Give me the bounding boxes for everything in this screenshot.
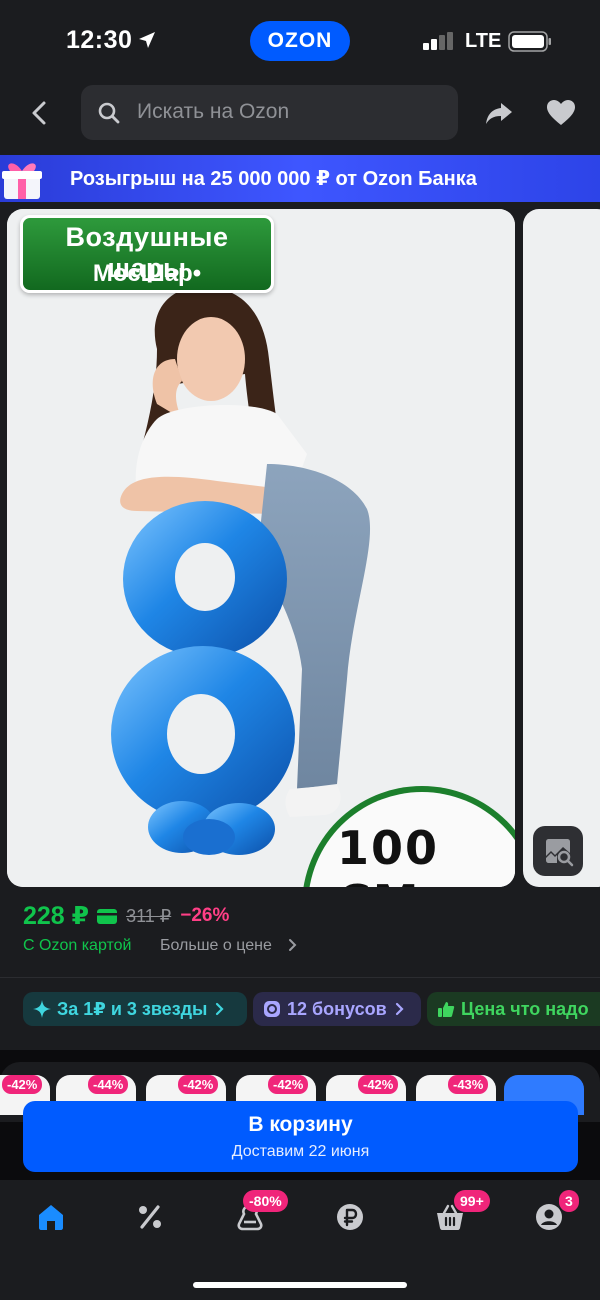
chip-stars[interactable]: За 1₽ и 3 звезды [23, 992, 247, 1026]
chevron-right-icon [395, 1002, 404, 1016]
chip-stars-label: За 1₽ и 3 звезды [57, 998, 208, 1019]
price-discount: −26% [180, 905, 230, 926]
search-placeholder: Искать на Ozon [137, 100, 290, 123]
product-image [7, 209, 515, 887]
chip-good-price[interactable]: Цена что надо [427, 992, 600, 1026]
visual-search-button[interactable] [533, 826, 583, 876]
percent-icon[interactable] [135, 1202, 165, 1232]
share-icon[interactable] [484, 98, 514, 128]
gift-icon [2, 163, 42, 199]
ozon-card-label: С Ozon картой [23, 937, 132, 954]
home-indicator [193, 1282, 407, 1288]
thumbs-up-icon [438, 1002, 455, 1017]
add-to-cart-button[interactable]: В корзину Доставим 22 июня [23, 1101, 578, 1172]
brand-name: МосШар• [92, 260, 202, 287]
promo-text: Розыгрыш на 25 000 000 ₽ от Ozon Банка [70, 168, 477, 190]
product-photo[interactable]: Воздушные шары МосШар• 100 СМ [7, 209, 515, 887]
chip-good-price-label: Цена что надо [461, 998, 589, 1019]
similar-discount: -42% [358, 1075, 399, 1094]
next-photo-preview[interactable] [523, 209, 600, 887]
sparkle-icon [33, 1000, 51, 1018]
bonus-icon [264, 1001, 280, 1017]
status-bar: 12:30 OZON LTE [0, 0, 600, 82]
signal-icon [423, 32, 453, 50]
battery-icon [508, 31, 551, 52]
cart-badge: 99+ [454, 1190, 490, 1212]
chip-bonus[interactable]: 12 бонусов [253, 992, 421, 1026]
chip-bonus-label: 12 бонусов [287, 998, 387, 1019]
price-current: 228 ₽ [23, 902, 90, 930]
heart-icon[interactable] [546, 98, 576, 128]
chevron-right-icon [289, 939, 297, 951]
similar-discount: -44% [88, 1075, 129, 1094]
ozon-logo[interactable]: OZON [250, 21, 350, 61]
cart-button-subtitle: Доставим 22 июня [231, 1143, 370, 1160]
network-label: LTE [465, 30, 502, 52]
fresh-badge: -80% [243, 1190, 288, 1212]
similar-discount: -43% [448, 1075, 489, 1094]
product-screen: 12:30 OZON LTE Искать на Ozon Розыгрыш н… [0, 0, 600, 1300]
home-icon[interactable] [36, 1202, 66, 1232]
price-old: 311 ₽ [126, 905, 172, 926]
brand-badge: Воздушные шары МосШар• [20, 215, 274, 293]
promo-banner[interactable]: Розыгрыш на 25 000 000 ₽ от Ozon Банка [0, 155, 600, 202]
ozon-card-icon [97, 908, 118, 924]
size-label: 100 СМ [337, 821, 440, 887]
price-more-link[interactable]: Больше о цене [160, 937, 272, 955]
profile-badge: 3 [559, 1190, 579, 1212]
divider [0, 977, 600, 978]
location-arrow-icon [139, 32, 155, 48]
status-time: 12:30 [66, 26, 133, 54]
ruble-icon[interactable] [335, 1202, 365, 1232]
similar-discount: -42% [268, 1075, 309, 1094]
cart-button-title: В корзину [248, 1113, 353, 1136]
similar-discount: -42% [178, 1075, 219, 1094]
search-input[interactable]: Искать на Ozon [81, 85, 458, 140]
price-row: 228 ₽ 311 ₽ −26% [23, 901, 229, 931]
search-icon [98, 102, 120, 124]
similar-discount: -42% [2, 1075, 43, 1094]
chevron-right-icon [216, 1002, 224, 1016]
image-search-icon [546, 839, 574, 867]
back-icon[interactable] [24, 97, 56, 129]
